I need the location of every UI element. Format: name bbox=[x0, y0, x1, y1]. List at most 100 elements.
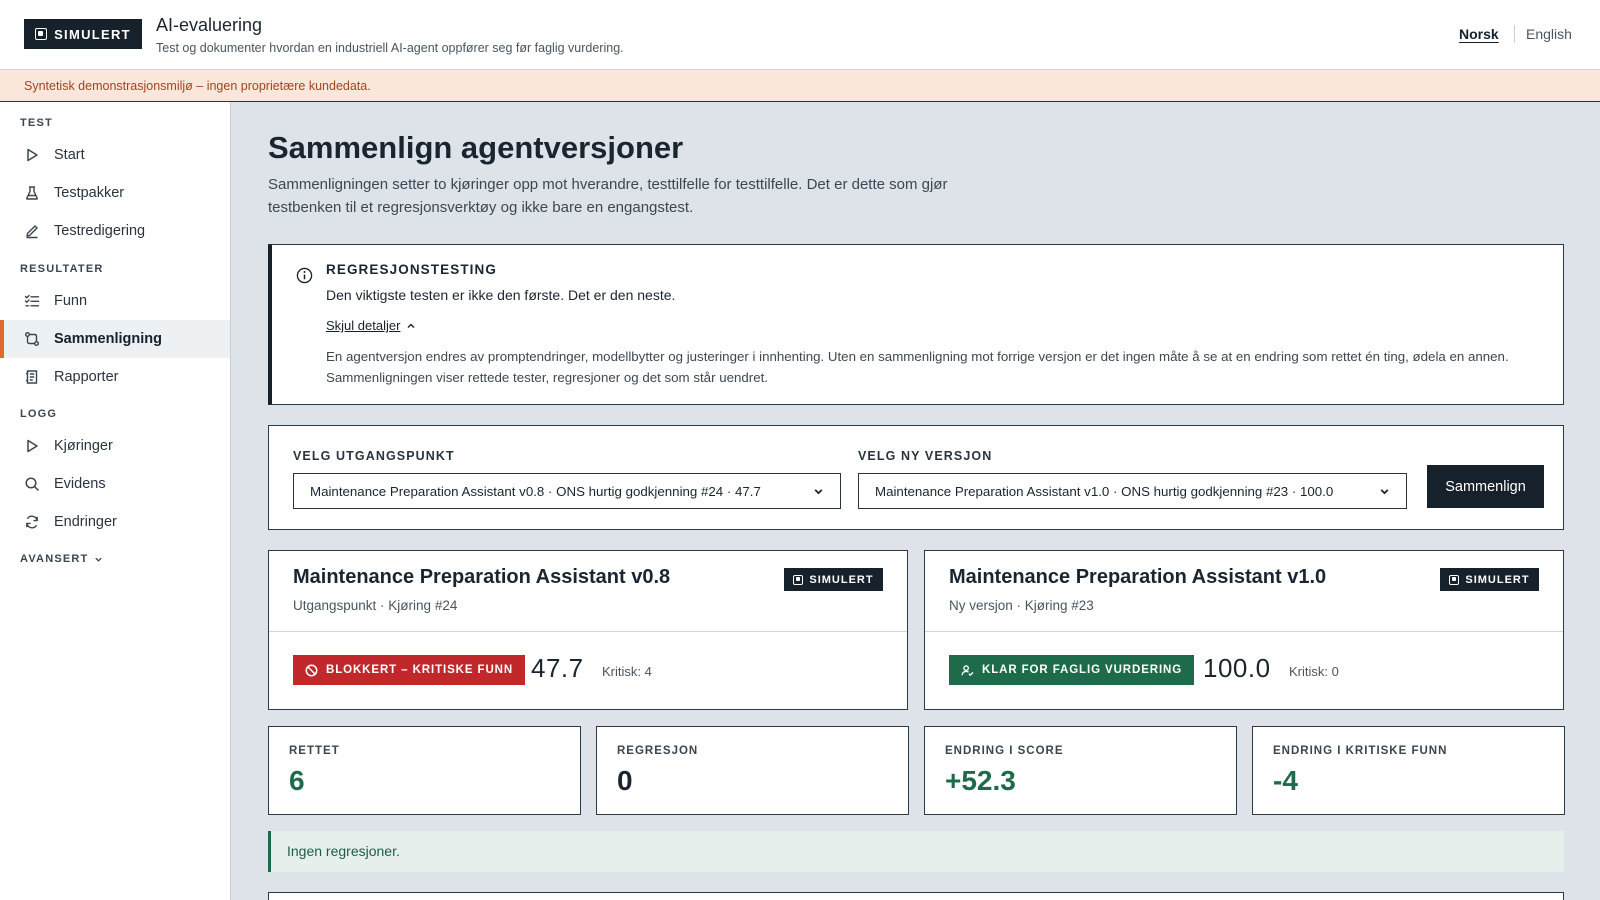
demo-environment-banner: Syntetisk demonstrasjonsmiljø – ingen pr… bbox=[0, 70, 1600, 102]
baseline-select-label: VELG UTGANGSPUNKT bbox=[293, 449, 455, 463]
top-header: SIMULERT AI-evaluering Test og dokumente… bbox=[0, 0, 1600, 70]
sidebar-item-testredigering[interactable]: Testredigering bbox=[0, 212, 230, 250]
metric-fixed: RETTET 6 bbox=[268, 726, 581, 815]
play-icon bbox=[24, 438, 40, 454]
metric-label: ENDRING I KRITISKE FUNN bbox=[1273, 745, 1448, 757]
regression-info-box: REGRESJONSTESTING Den viktigste testen e… bbox=[268, 244, 1564, 405]
language-norsk-link[interactable]: Norsk bbox=[1459, 26, 1499, 42]
baseline-select-value: Maintenance Preparation Assistant v0.8 ·… bbox=[310, 483, 761, 499]
metric-regression: REGRESJON 0 bbox=[596, 726, 909, 815]
sidebar-item-endringer[interactable]: Endringer bbox=[0, 503, 230, 541]
new-version-select-value: Maintenance Preparation Assistant v1.0 ·… bbox=[875, 483, 1334, 499]
simulated-brand-badge: SIMULERT bbox=[24, 19, 142, 49]
sidebar-section-test: TEST bbox=[20, 117, 53, 129]
simulated-badge: SIMULERT bbox=[784, 568, 883, 591]
sidebar-section-label: AVANSERT bbox=[20, 553, 89, 565]
chip-icon bbox=[35, 28, 48, 40]
app-subtitle: Test og dokumenter hvordan en industriel… bbox=[156, 41, 624, 55]
simulated-badge: SIMULERT bbox=[1440, 568, 1539, 591]
critical-count: Kritisk: 0 bbox=[1289, 664, 1339, 679]
blocked-icon bbox=[305, 664, 318, 676]
baseline-select[interactable]: Maintenance Preparation Assistant v0.8 ·… bbox=[293, 473, 841, 509]
pencil-icon bbox=[24, 223, 40, 239]
chevron-down-icon bbox=[814, 488, 823, 494]
info-body: En agentversjon endres av promptendringe… bbox=[326, 349, 1509, 385]
chevron-down-icon bbox=[95, 557, 103, 562]
page-title: Sammenlign agentversjoner bbox=[268, 130, 684, 165]
page-description: Sammenligningen setter to kjøringer opp … bbox=[268, 176, 948, 216]
status-badge-ready: KLAR FOR FAGLIG VURDERING bbox=[949, 655, 1195, 685]
flask-icon bbox=[24, 185, 40, 201]
sidebar-item-funn[interactable]: Funn bbox=[0, 282, 230, 320]
status-label: KLAR FOR FAGLIG VURDERING bbox=[982, 664, 1183, 676]
sidebar-item-kjoringer[interactable]: Kjøringer bbox=[0, 427, 230, 465]
card-divider bbox=[925, 631, 1563, 632]
score-value: 47.7 bbox=[531, 653, 584, 683]
metric-value: 6 bbox=[289, 765, 305, 796]
sidebar-section-logg: LOGG bbox=[20, 408, 58, 420]
card-title: Maintenance Preparation Assistant v1.0 bbox=[949, 566, 1327, 588]
info-icon bbox=[296, 267, 313, 284]
checklist-icon bbox=[24, 293, 40, 309]
card-subtitle: Utgangspunkt · Kjøring #24 bbox=[293, 598, 458, 613]
metric-critical-change: ENDRING I KRITISKE FUNN -4 bbox=[1252, 726, 1565, 815]
version-selector-panel: VELG UTGANGSPUNKT Maintenance Preparatio… bbox=[268, 425, 1564, 530]
chip-icon bbox=[793, 574, 804, 585]
baseline-version-card: Maintenance Preparation Assistant v0.8 U… bbox=[268, 550, 908, 710]
critical-count: Kritisk: 4 bbox=[602, 664, 652, 679]
sidebar-item-label: Testpakker bbox=[54, 185, 125, 201]
chevron-up-icon bbox=[407, 323, 415, 328]
metric-value: +52.3 bbox=[945, 765, 1016, 796]
chevron-down-icon bbox=[1380, 488, 1389, 494]
metric-score-change: ENDRING I SCORE +52.3 bbox=[924, 726, 1237, 815]
no-regressions-note: Ingen regresjoner. bbox=[268, 831, 1564, 872]
sidebar-item-sammenligning[interactable]: Sammenligning bbox=[0, 320, 230, 358]
sidebar-item-label: Kjøringer bbox=[54, 438, 113, 454]
new-version-select-label: VELG NY VERSJON bbox=[858, 449, 993, 463]
hide-details-toggle[interactable]: Skjul detaljer bbox=[326, 318, 416, 333]
status-badge-blocked: BLOKKERT – KRITISKE FUNN bbox=[293, 655, 526, 685]
sidebar-item-start[interactable]: Start bbox=[0, 136, 230, 174]
report-icon bbox=[24, 369, 40, 385]
new-version-card: Maintenance Preparation Assistant v1.0 N… bbox=[924, 550, 1564, 710]
sidebar-item-evidens[interactable]: Evidens bbox=[0, 465, 230, 503]
play-icon bbox=[24, 147, 40, 163]
metric-value: 0 bbox=[617, 765, 633, 796]
info-lead: Den viktigste testen er ikke den første.… bbox=[326, 287, 676, 303]
next-panel bbox=[268, 892, 1564, 900]
card-divider bbox=[269, 631, 907, 632]
sidebar-item-label: Funn bbox=[54, 293, 88, 309]
new-version-select[interactable]: Maintenance Preparation Assistant v1.0 ·… bbox=[858, 473, 1407, 509]
sidebar-item-label: Rapporter bbox=[54, 369, 119, 385]
sidebar-item-label: Endringer bbox=[54, 514, 117, 530]
sidebar-section-resultater: RESULTATER bbox=[20, 263, 104, 275]
metric-label: RETTET bbox=[289, 745, 340, 757]
user-check-icon bbox=[961, 664, 974, 676]
score-value: 100.0 bbox=[1203, 653, 1271, 683]
sidebar: TEST Start Testpakker Testredigering RES… bbox=[0, 102, 231, 900]
simulated-badge-label: SIMULERT bbox=[1465, 573, 1530, 586]
card-title: Maintenance Preparation Assistant v0.8 bbox=[293, 566, 671, 588]
sidebar-section-avansert[interactable]: AVANSERT bbox=[20, 553, 103, 565]
app-title: AI-evaluering bbox=[156, 15, 263, 35]
hide-details-label: Skjul detaljer bbox=[326, 318, 401, 333]
sidebar-item-label: Testredigering bbox=[54, 223, 146, 239]
sidebar-item-label: Evidens bbox=[54, 476, 106, 492]
metric-label: ENDRING I SCORE bbox=[945, 745, 1064, 757]
sidebar-item-label: Sammenligning bbox=[54, 331, 162, 347]
compare-icon bbox=[24, 331, 40, 347]
compare-button[interactable]: Sammenlign bbox=[1427, 465, 1544, 508]
language-english-link[interactable]: English bbox=[1526, 26, 1572, 42]
brand-badge-label: SIMULERT bbox=[54, 26, 131, 42]
metric-label: REGRESJON bbox=[617, 745, 699, 757]
refresh-icon bbox=[24, 514, 40, 530]
sidebar-item-label: Start bbox=[54, 147, 85, 163]
sidebar-item-testpakker[interactable]: Testpakker bbox=[0, 174, 230, 212]
metric-value: -4 bbox=[1273, 765, 1298, 796]
sidebar-item-rapporter[interactable]: Rapporter bbox=[0, 358, 230, 396]
language-divider bbox=[1514, 25, 1515, 43]
status-label: BLOKKERT – KRITISKE FUNN bbox=[326, 664, 514, 676]
search-icon bbox=[24, 476, 40, 492]
card-subtitle: Ny versjon · Kjøring #23 bbox=[949, 598, 1094, 613]
simulated-badge-label: SIMULERT bbox=[809, 573, 874, 586]
